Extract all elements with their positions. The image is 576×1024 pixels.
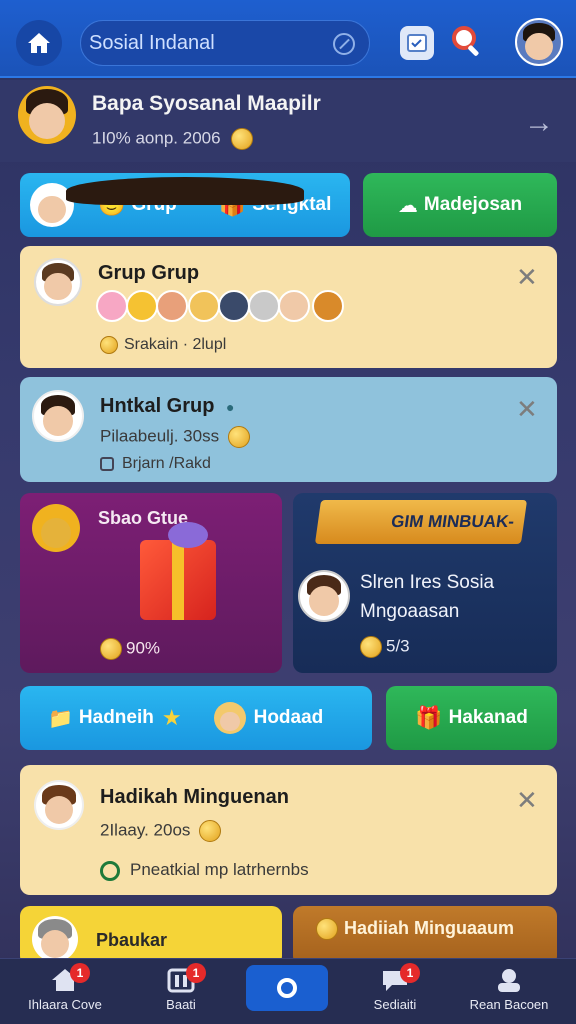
search-button[interactable] [450, 24, 484, 58]
nav-label: Ihlaara Cove [28, 997, 102, 1012]
chat-icon: 1 [380, 963, 420, 993]
coin-icon [199, 820, 222, 842]
hotkal-card-subtitle: Pilaabeulj. 30ss [100, 426, 250, 448]
nav-label: Baati [166, 997, 196, 1012]
home-icon: 1 [50, 963, 90, 993]
hotkal-card-title: Hntkal Grup ● [100, 395, 235, 417]
promo-banner: GIM MINBUAK- [314, 500, 528, 544]
nav-item-home[interactable]: 1 Ihlaara Cove [10, 963, 120, 1012]
circle-icon [277, 978, 297, 998]
clear-icon[interactable] [333, 33, 355, 55]
nav-label: Rean Bacoen [469, 997, 549, 1012]
promo-avatar [32, 504, 80, 552]
calendar-icon: 1 [166, 963, 206, 993]
nav-item-baati[interactable]: 1 Baati [126, 963, 236, 1012]
gift-icon: 🎁 [415, 705, 443, 730]
coin-icon [360, 636, 382, 658]
notifications-button[interactable] [400, 26, 434, 60]
promo-right-count: 5/3 [360, 636, 410, 658]
hadikah-card-title: Hadikah Minguenan [100, 786, 289, 808]
hadikah-card-subtitle: 2Ilaay. 20os [100, 820, 222, 842]
home-button[interactable] [16, 20, 62, 66]
profile-icon [494, 967, 524, 993]
avatar [30, 176, 304, 227]
profile-subtitle: 1I0% aonp. 2006 [92, 128, 254, 150]
pill-label-hadneih: Hadneih [78, 707, 154, 728]
peek-avatar [32, 916, 78, 962]
bottom-nav: 1 Ihlaara Cove 1 Baati 1 Sediaiti Rean B… [0, 958, 576, 1024]
pill-rewards[interactable]: 📁 Hadneih ★ Hodaad [20, 686, 372, 750]
nav-item-social[interactable]: 1 Sediaiti [340, 963, 450, 1012]
group-avatar [34, 258, 82, 306]
nav-item-center[interactable] [246, 965, 328, 1011]
star-icon: ★ [161, 705, 182, 730]
nav-item-profile[interactable]: Rean Bacoen [454, 965, 564, 1012]
pill-label-hodaad: Hodaad [253, 707, 324, 728]
search-bar[interactable] [80, 20, 370, 66]
group-card-footer: Srakain · 2lupl [100, 336, 226, 354]
search-icon [452, 26, 479, 56]
radio-icon [100, 860, 120, 881]
badge: 1 [186, 963, 206, 983]
pill-label-madejosan: Madejosan [423, 194, 523, 215]
avatar [213, 702, 246, 734]
hadikah-avatar [34, 780, 84, 830]
pill-label-hakanad: Hakanad [448, 707, 528, 728]
peek-right-title: Hadiiah Minguaaum [316, 918, 514, 941]
hotkal-card-footer: Brjarn /Rakd [100, 455, 211, 473]
badge: 1 [70, 963, 90, 983]
promo-right-avatar [298, 570, 350, 622]
coin-icon [316, 918, 338, 941]
gift-box-icon [140, 522, 216, 620]
user-avatar [18, 86, 76, 144]
hotkal-avatar [32, 390, 84, 442]
coin-icon [227, 426, 250, 448]
link-icon: ● [226, 399, 235, 415]
hadikah-card-footer: Pneatkial mp latrhernbs [100, 860, 309, 881]
member-avatars [96, 290, 356, 326]
promo-right-title: Slren Ires Sosia Mngoaasan [360, 572, 495, 622]
search-input[interactable] [89, 31, 319, 55]
coin-icon [100, 336, 118, 354]
pill-group-gift[interactable]: 🙂 Grup 🎁 Sehgktal [20, 173, 350, 237]
checklist-icon [407, 34, 427, 52]
arrow-right-icon[interactable]: → [524, 106, 554, 140]
coin-icon [231, 128, 254, 150]
pill-hakanad[interactable]: 🎁 Hakanad [386, 686, 557, 750]
badge: 1 [400, 963, 420, 983]
profile-title: Bapa Syosanal Maapilr [92, 92, 321, 115]
nav-label: Sediaiti [373, 997, 417, 1012]
coin-icon [100, 638, 122, 660]
cloud-icon: ☁ [397, 194, 418, 217]
pill-madejosan[interactable]: ☁ Madejosan [363, 173, 557, 237]
promo-left-percent: 90% [100, 638, 160, 660]
group-card-title: Grup Grup [98, 262, 200, 284]
peek-left-title: Pbaukar [96, 930, 168, 950]
close-icon[interactable]: ✕ [516, 785, 538, 816]
profile-avatar[interactable] [515, 18, 563, 66]
folder-icon: 📁 [48, 707, 73, 730]
close-icon[interactable]: ✕ [516, 262, 538, 293]
close-icon[interactable]: ✕ [516, 394, 538, 425]
home-icon [28, 33, 50, 53]
calendar-icon [100, 456, 114, 471]
